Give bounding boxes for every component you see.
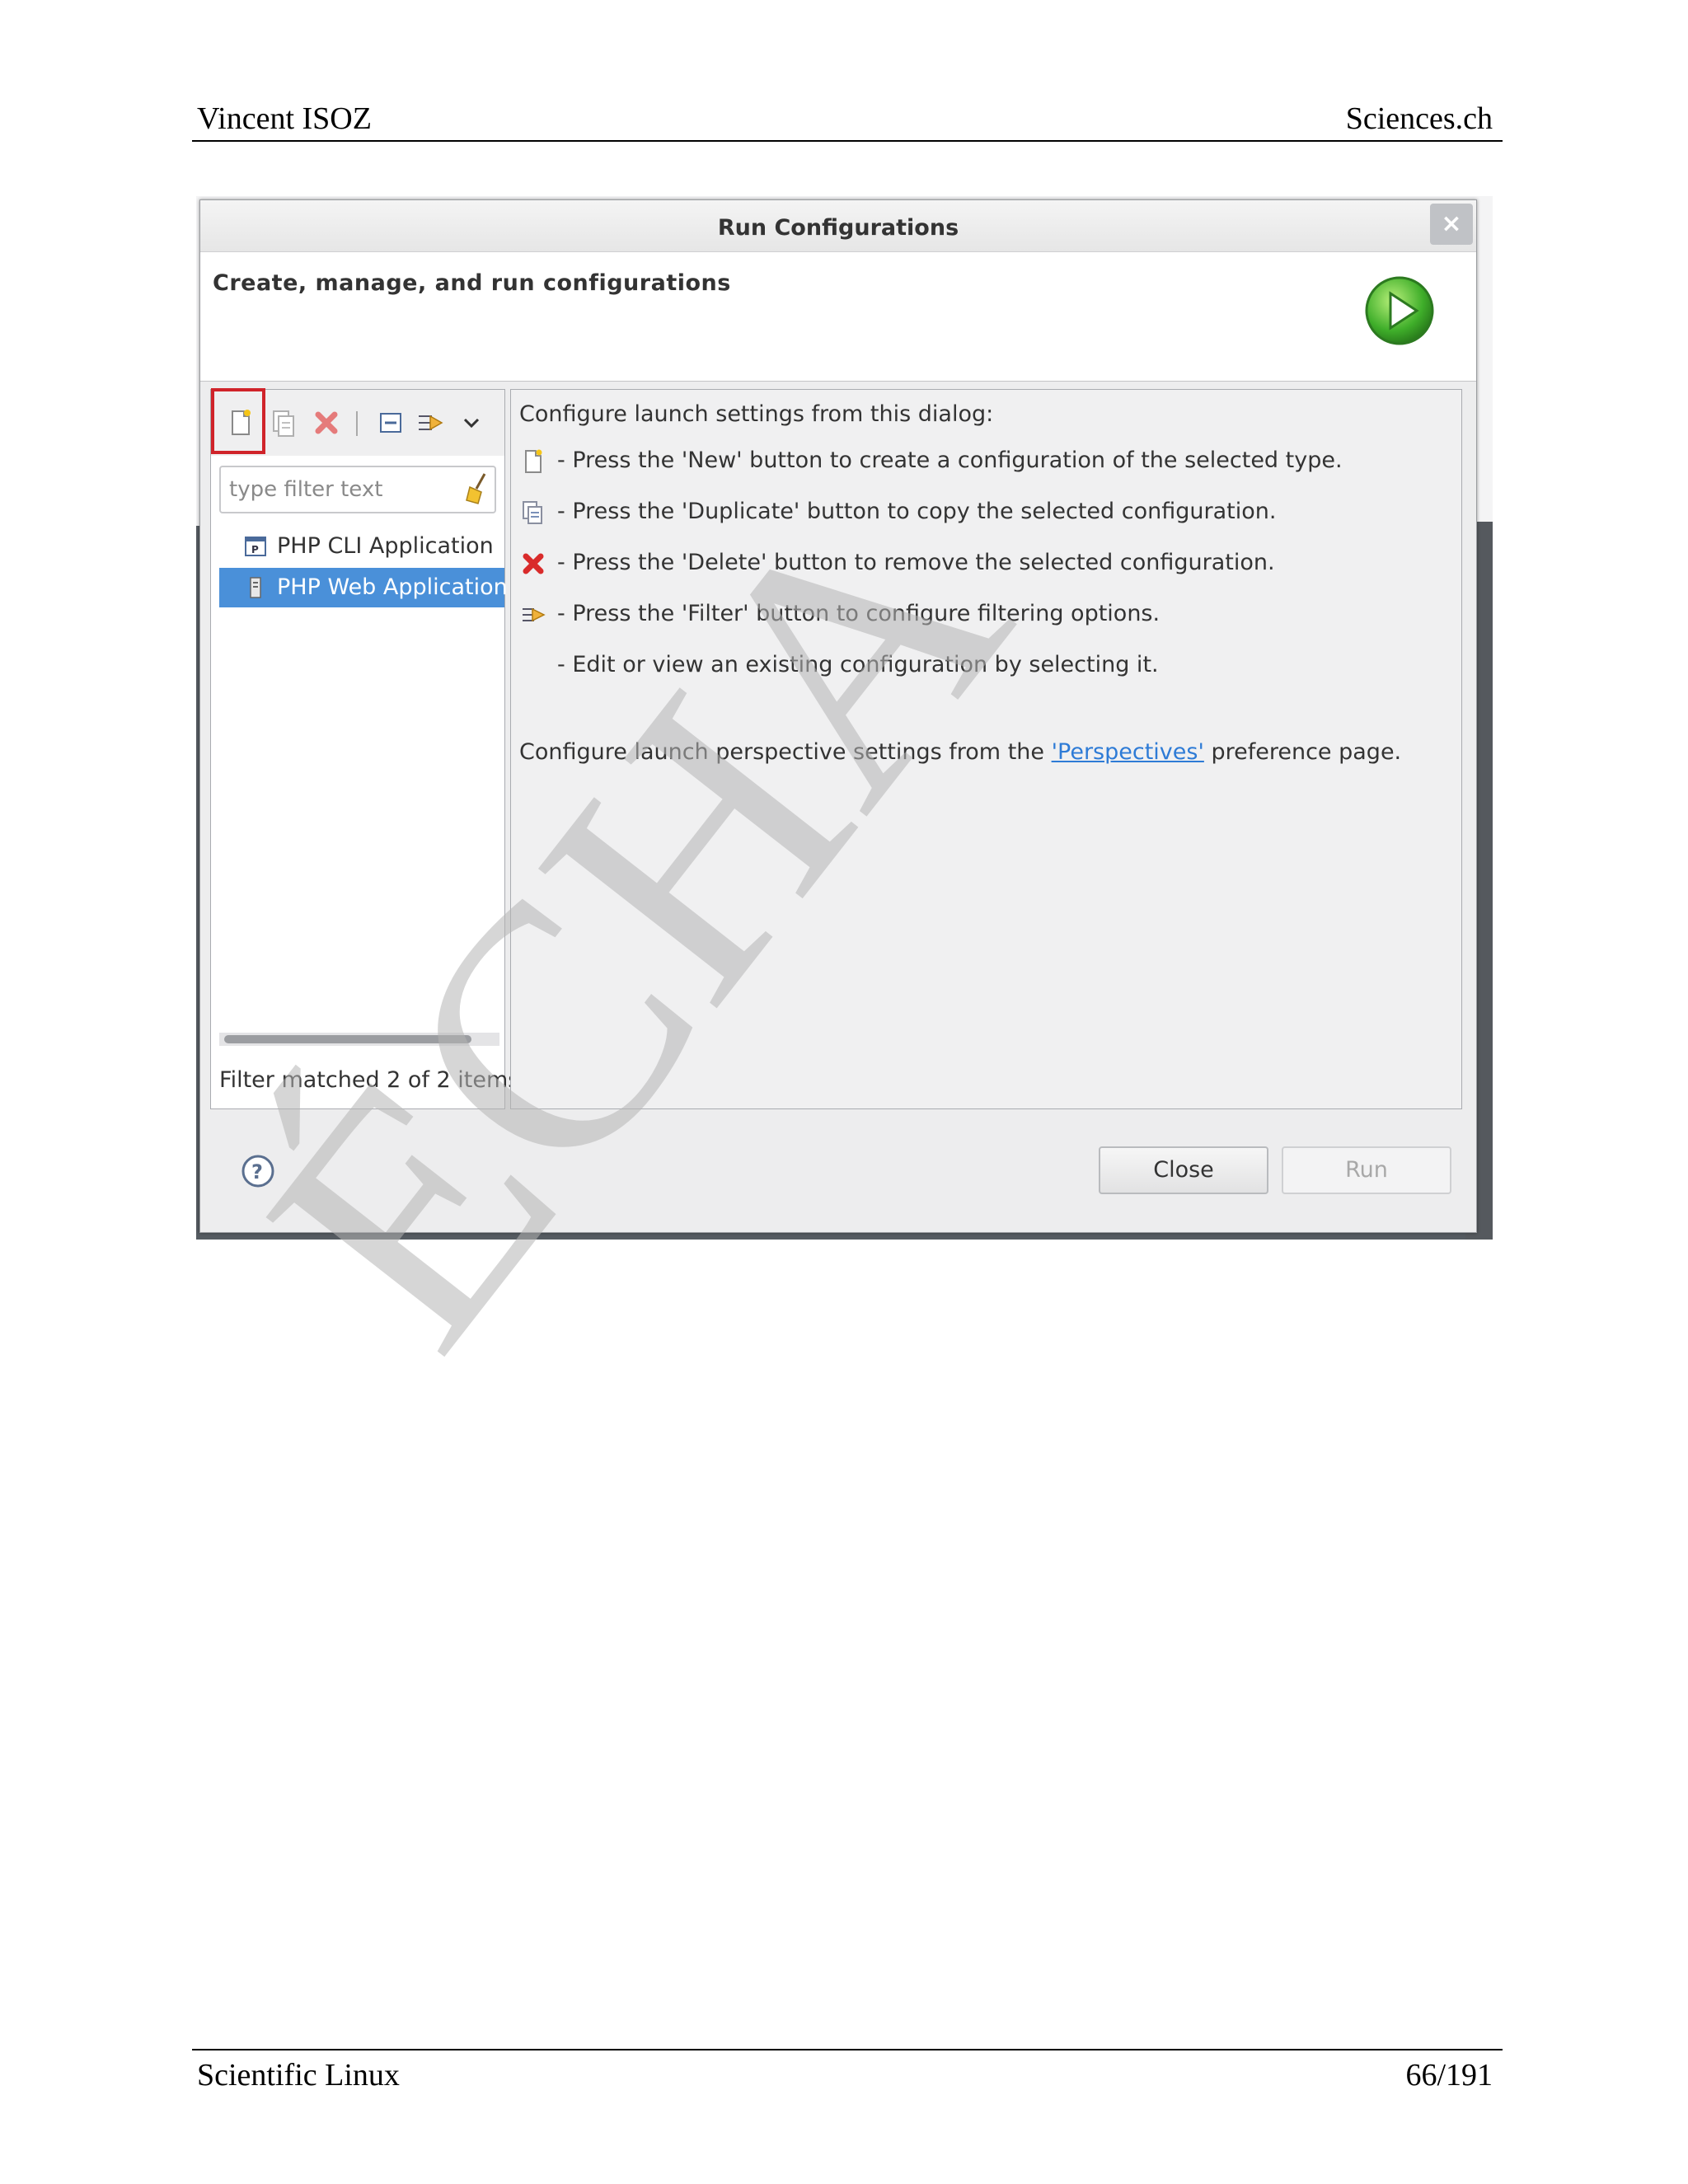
duplicate-icon[interactable] <box>267 406 300 439</box>
run-button[interactable]: Run <box>1282 1146 1451 1194</box>
dialog-banner: Create, manage, and run configurations <box>200 252 1476 382</box>
horizontal-scrollbar[interactable] <box>219 1033 499 1046</box>
php-web-icon <box>250 577 261 598</box>
toolbar-separator <box>356 411 358 436</box>
run-icon <box>1365 276 1434 345</box>
filter-icon <box>523 607 546 622</box>
delete-icon <box>523 553 544 574</box>
filter-icon[interactable] <box>414 406 447 439</box>
svg-text:?: ? <box>251 1160 263 1183</box>
php-cli-icon: P <box>245 537 266 556</box>
tree-item-label: PHP Web Application <box>277 574 508 600</box>
duplicate-icon <box>523 501 542 524</box>
screenshot: Run Configurations × Create, manage, and… <box>196 196 1493 1240</box>
dialog-titlebar: Run Configurations × <box>200 200 1476 252</box>
dialog-title: Run Configurations <box>717 215 959 241</box>
close-button[interactable]: Close <box>1099 1146 1268 1194</box>
filter-status: Filter matched 2 of 2 items <box>219 1067 520 1093</box>
new-config-icon <box>525 449 542 473</box>
close-icon[interactable]: × <box>1430 204 1473 245</box>
header-author: Vincent ISOZ <box>197 101 372 136</box>
page-footer: Scientific Linux 66/191 <box>192 2049 1503 2097</box>
scrollbar-thumb[interactable] <box>224 1035 471 1043</box>
footer-title: Scientific Linux <box>197 2058 400 2093</box>
tree-item-php-cli-application[interactable]: P PHP CLI Application <box>219 527 504 566</box>
perspectives-link[interactable]: 'Perspectives' <box>1052 739 1204 765</box>
new-config-icon[interactable] <box>224 406 257 439</box>
svg-text:P: P <box>251 544 259 555</box>
configuration-help-pane: Configure launch settings from this dial… <box>510 389 1462 1109</box>
tree-item-php-web-application[interactable]: PHP Web Application <box>219 568 508 607</box>
config-toolbar <box>211 388 504 456</box>
page-number: 66/191 <box>1405 2058 1493 2093</box>
banner-text: Create, manage, and run configurations <box>213 270 731 296</box>
configuration-list-pane: P PHP CLI Application PHP Web Applicatio… <box>210 388 519 1109</box>
tree-item-label: PHP CLI Application <box>277 533 494 559</box>
chevron-down-icon[interactable] <box>455 406 488 439</box>
help-icon[interactable]: ? <box>240 1153 276 1189</box>
collapse-all-icon[interactable] <box>374 406 407 439</box>
page-header: Vincent ISOZ Sciences.ch <box>192 97 1503 142</box>
run-configurations-dialog: Run Configurations × Create, manage, and… <box>199 199 1477 1233</box>
clear-filter-icon[interactable] <box>463 472 491 505</box>
filter-input[interactable] <box>219 466 496 513</box>
delete-icon[interactable] <box>310 406 343 439</box>
header-site: Sciences.ch <box>1345 101 1493 136</box>
help-intro: Configure launch settings from this dial… <box>519 401 994 427</box>
perspective-settings-text: Configure launch perspective settings fr… <box>519 739 1402 765</box>
